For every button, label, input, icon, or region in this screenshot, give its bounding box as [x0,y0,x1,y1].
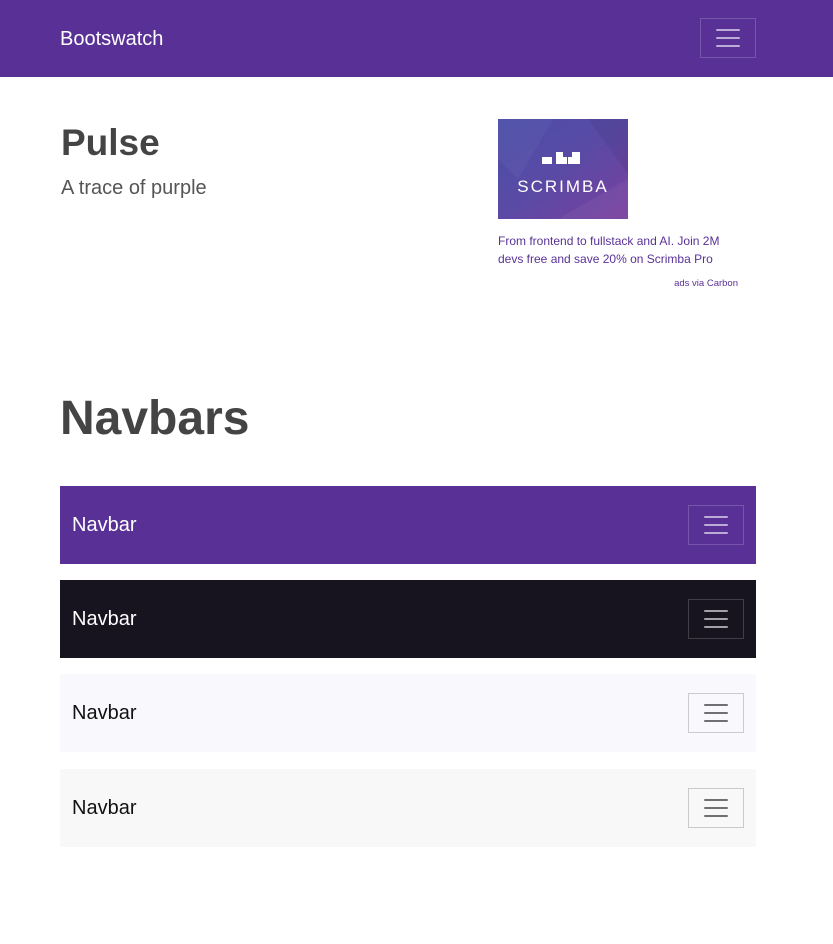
navbar-dark: Navbar [60,580,756,658]
navbar-brand[interactable]: Navbar [72,513,136,537]
navbar-brand[interactable]: Navbar [72,607,136,631]
hamburger-menu-icon[interactable] [700,18,756,58]
hamburger-menu-icon[interactable] [688,505,744,545]
top-navbar: Bootswatch [0,0,833,77]
svg-text:SCRIMBA: SCRIMBA [517,177,608,196]
section-title: Navbars [60,392,250,445]
navbar-primary: Navbar [60,486,756,564]
page-title: Pulse [61,122,160,163]
navbar-brand[interactable]: Navbar [72,796,136,820]
hamburger-menu-icon[interactable] [688,599,744,639]
navbar-brand[interactable]: Bootswatch [60,26,163,52]
navbar-light: Navbar [60,674,756,752]
ad-image[interactable]: SCRIMBA [498,119,628,219]
navbar-brand[interactable]: Navbar [72,701,136,725]
ad-via-carbon-link[interactable]: ads via Carbon [600,278,738,289]
ad-text-link[interactable]: From frontend to fullstack and AI. Join … [498,232,743,268]
hamburger-menu-icon[interactable] [688,693,744,733]
hamburger-menu-icon[interactable] [688,788,744,828]
navbar-white: Navbar [60,769,756,847]
page-subtitle: A trace of purple [61,177,207,199]
